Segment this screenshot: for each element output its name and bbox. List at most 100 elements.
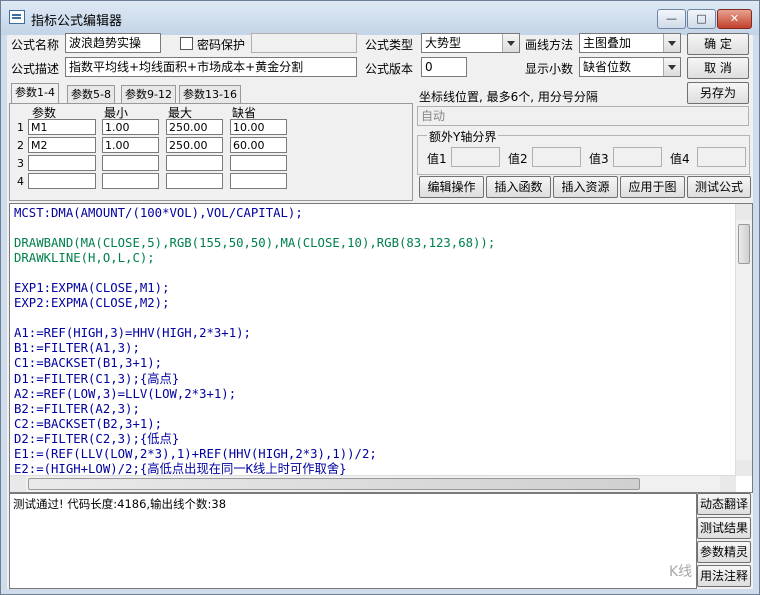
draw-method-label: 画线方法 — [525, 38, 574, 52]
app-icon — [9, 10, 25, 24]
param-min-cell[interactable] — [102, 155, 159, 171]
tab-params-1-4[interactable]: 参数1-4 — [11, 83, 59, 104]
code-line: EXP2:EXPMA(CLOSE,M2); — [14, 296, 170, 311]
code-line: A2:=REF(LOW,3)=LLV(LOW,2*3+1); — [14, 386, 237, 401]
usage-notes-button[interactable]: 用法注释 — [697, 565, 751, 587]
param-name-cell[interactable] — [28, 155, 96, 171]
value4-input[interactable] — [697, 147, 746, 167]
param-name-cell[interactable]: M2 — [28, 137, 96, 153]
test-status-message: 测试通过! 代码长度:4186,输出线个数:38 — [13, 497, 227, 511]
param-max-cell[interactable]: 250.00 — [166, 137, 223, 153]
apply-to-chart-button[interactable]: 应用于图 — [620, 176, 685, 198]
code-line: B1:=FILTER(A1,3); — [14, 341, 140, 356]
axis-position-input[interactable]: 自动 — [417, 106, 749, 126]
test-formula-button[interactable]: 测试公式 — [687, 176, 751, 198]
output-panel: 测试通过! 代码长度:4186,输出线个数:38 — [9, 493, 697, 589]
password-label: 密码保护 — [197, 38, 246, 52]
value2-label: 值2 — [508, 152, 528, 166]
formula-editor-window: 指标公式编辑器 — □ ✕ 公式名称 波浪趋势实操 密码保护 公式类型 大势型 … — [0, 0, 760, 595]
param-name-cell[interactable] — [28, 173, 96, 189]
scroll-down-icon[interactable] — [736, 460, 752, 476]
code-line: EXP1:EXPMA(CLOSE,M1); — [14, 281, 170, 296]
params-panel: 参数 最小 最大 缺省 1 M1 1.00 250.00 10.00 2 M2 … — [9, 103, 413, 201]
minimize-button[interactable]: — — [657, 9, 686, 29]
password-checkbox[interactable] — [180, 37, 193, 50]
param-default-cell[interactable]: 10.00 — [230, 119, 287, 135]
client-area: 公式名称 波浪趋势实操 密码保护 公式类型 大势型 画线方法 主图叠加 确 定 … — [7, 33, 753, 589]
code-editor[interactable]: MCST:DMA(AMOUNT/(100*VOL),VOL/CAPITAL); … — [9, 203, 753, 493]
code-line: MCST:DMA(AMOUNT/(100*VOL),VOL/CAPITAL); — [14, 206, 303, 220]
insert-resource-button[interactable]: 插入资源 — [553, 176, 618, 198]
code-line: D2:=FILTER(C2,3);{低点} — [14, 431, 180, 446]
value1-label: 值1 — [427, 152, 447, 166]
param-default-cell[interactable]: 60.00 — [230, 137, 287, 153]
dynamic-translate-button[interactable]: 动态翻译 — [697, 493, 751, 515]
param-default-cell[interactable] — [230, 155, 287, 171]
title-bar: 指标公式编辑器 — □ ✕ — [1, 1, 759, 35]
save-as-button[interactable]: 另存为 — [687, 82, 749, 104]
param-wizard-button[interactable]: 参数精灵 — [697, 541, 751, 563]
horizontal-scrollbar[interactable] — [10, 475, 736, 492]
value4-label: 值4 — [670, 152, 690, 166]
param-row-number: 1 — [17, 121, 24, 134]
tab-params-5-8[interactable]: 参数5-8 — [67, 85, 115, 104]
formula-version-input[interactable]: 0 — [421, 57, 467, 77]
vertical-scroll-thumb[interactable] — [738, 224, 750, 264]
param-max-cell[interactable]: 250.00 — [166, 119, 223, 135]
param-max-cell[interactable] — [166, 155, 223, 171]
param-tabs: 参数1-4 参数5-8 参数9-12 参数13-16 — [11, 83, 411, 105]
code-line: D1:=FILTER(C1,3);{高点} — [14, 371, 180, 386]
formula-name-input[interactable]: 波浪趋势实操 — [65, 33, 161, 53]
param-default-cell[interactable] — [230, 173, 287, 189]
ok-button[interactable]: 确 定 — [687, 33, 749, 55]
code-line: B2:=FILTER(A2,3); — [14, 401, 140, 416]
scroll-up-icon[interactable] — [736, 204, 752, 220]
scroll-right-icon[interactable] — [720, 476, 736, 492]
watermark-logo: K线 — [669, 564, 693, 580]
decimals-select[interactable]: 缺省位数 — [579, 57, 681, 77]
decimals-label: 显示小数 — [525, 62, 574, 76]
value2-input[interactable] — [532, 147, 581, 167]
formula-type-select[interactable]: 大势型 — [421, 33, 520, 53]
tab-params-9-12[interactable]: 参数9-12 — [121, 85, 176, 104]
edit-ops-button[interactable]: 编辑操作 — [419, 176, 484, 198]
code-text[interactable]: MCST:DMA(AMOUNT/(100*VOL),VOL/CAPITAL); … — [14, 206, 495, 477]
decimals-value: 缺省位数 — [583, 60, 632, 74]
param-row-number: 3 — [17, 157, 24, 170]
test-result-button[interactable]: 测试结果 — [697, 517, 751, 539]
param-row-number: 4 — [17, 175, 24, 188]
horizontal-scroll-thumb[interactable] — [28, 478, 640, 490]
param-min-cell[interactable]: 1.00 — [102, 119, 159, 135]
draw-method-select[interactable]: 主图叠加 — [579, 33, 681, 53]
insert-function-button[interactable]: 插入函数 — [486, 176, 551, 198]
scroll-left-icon[interactable] — [10, 476, 26, 492]
code-line: C1:=BACKSET(B1,3+1); — [14, 356, 163, 371]
chevron-down-icon — [663, 34, 680, 52]
cancel-button[interactable]: 取 消 — [687, 57, 749, 79]
code-line: E1:=(REF(LLV(LOW,2*3),1)+REF(HHV(HIGH,2*… — [14, 446, 377, 461]
close-button[interactable]: ✕ — [717, 9, 752, 29]
param-min-cell[interactable] — [102, 173, 159, 189]
maximize-button[interactable]: □ — [687, 9, 716, 29]
code-line: DRAWBAND(MA(CLOSE,5),RGB(155,50,50),MA(C… — [14, 236, 496, 251]
formula-type-value: 大势型 — [425, 36, 462, 50]
param-row-number: 2 — [17, 139, 24, 152]
window-title: 指标公式编辑器 — [31, 14, 123, 29]
extra-y-axis-label: 额外Y轴分界 — [427, 128, 499, 145]
param-name-cell[interactable]: M1 — [28, 119, 96, 135]
formula-desc-input[interactable]: 指数平均线+均线面积+市场成本+黄金分割 — [65, 57, 357, 77]
formula-name-label: 公式名称 — [11, 38, 60, 52]
param-max-cell[interactable] — [166, 173, 223, 189]
vertical-scrollbar[interactable] — [735, 204, 752, 476]
value1-input[interactable] — [451, 147, 500, 167]
param-min-cell[interactable]: 1.00 — [102, 137, 159, 153]
formula-desc-label: 公式描述 — [11, 62, 60, 76]
formula-type-label: 公式类型 — [365, 38, 414, 52]
value3-label: 值3 — [589, 152, 609, 166]
code-line: C2:=BACKSET(B2,3+1); — [14, 416, 163, 431]
password-input[interactable] — [251, 33, 357, 53]
value3-input[interactable] — [613, 147, 662, 167]
code-line: A1:=REF(HIGH,3)=HHV(HIGH,2*3+1); — [14, 326, 251, 341]
draw-method-value: 主图叠加 — [583, 36, 632, 50]
tab-params-13-16[interactable]: 参数13-16 — [179, 85, 241, 104]
